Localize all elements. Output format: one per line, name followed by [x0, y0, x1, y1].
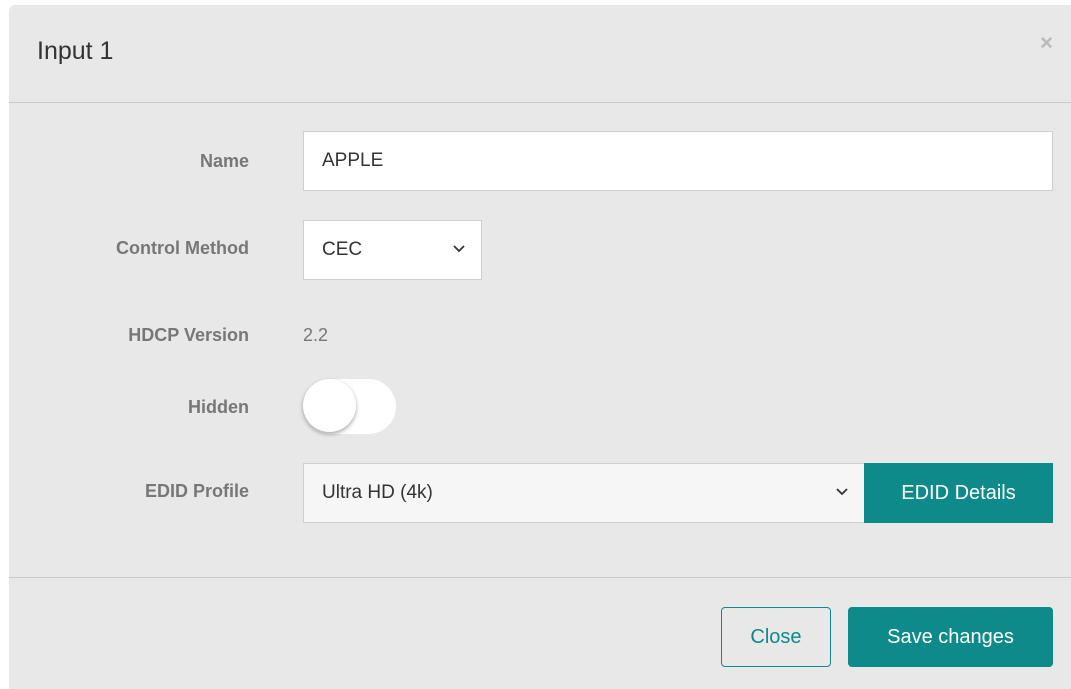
input-settings-dialog: Input 1 × Name Control Method CEC HDCP V… — [9, 5, 1071, 689]
modal-header: Input 1 × — [9, 5, 1071, 103]
modal-footer: Close Save changes — [9, 577, 1071, 689]
name-row: Name — [9, 131, 1071, 191]
name-label: Name — [199, 151, 249, 171]
name-input[interactable] — [303, 131, 1053, 191]
toggle-knob — [303, 379, 356, 432]
hdcp-version-value: 2.2 — [303, 325, 329, 345]
edid-details-button[interactable]: EDID Details — [864, 463, 1053, 523]
control-method-select[interactable]: CEC — [303, 220, 482, 280]
edid-profile-label: EDID Profile — [144, 481, 249, 501]
save-changes-button[interactable]: Save changes — [848, 607, 1053, 667]
close-icon[interactable]: × — [1040, 31, 1053, 55]
modal-title: Input 1 — [37, 37, 114, 65]
edid-profile-row: EDID Profile Ultra HD (4k) EDID Details — [9, 463, 1071, 523]
chevron-down-icon — [836, 488, 848, 496]
control-method-label: Control Method — [116, 238, 249, 258]
chevron-down-icon — [453, 245, 465, 253]
close-button[interactable]: Close — [721, 607, 831, 667]
hdcp-version-label: HDCP Version — [128, 325, 249, 345]
hidden-label: Hidden — [188, 397, 249, 417]
hdcp-version-row: HDCP Version 2.2 — [9, 323, 1071, 353]
hidden-row: Hidden — [9, 379, 1071, 434]
control-method-row: Control Method CEC — [9, 220, 1071, 280]
edid-profile-select[interactable]: Ultra HD (4k) — [303, 463, 865, 523]
control-method-value: CEC — [322, 239, 363, 260]
hidden-toggle[interactable] — [303, 379, 396, 434]
edid-profile-value: Ultra HD (4k) — [322, 482, 433, 503]
